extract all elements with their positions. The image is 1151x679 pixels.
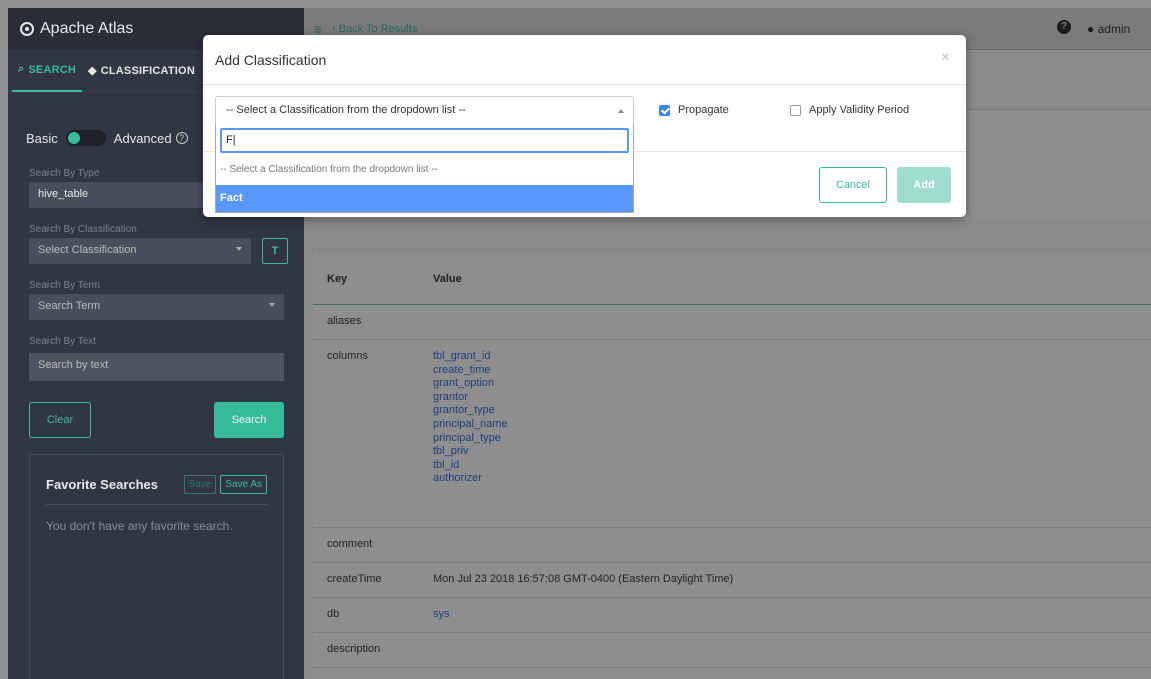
column-link[interactable]: tbl_id bbox=[433, 459, 1151, 473]
table-header: Key Value bbox=[313, 253, 1151, 305]
classification-dropdown-value: -- Select a Classification from the drop… bbox=[226, 104, 466, 116]
checkbox-unchecked-icon bbox=[790, 104, 801, 116]
type-select-value: hive_table bbox=[38, 188, 89, 200]
basic-label: Basic bbox=[26, 130, 58, 146]
tab-classification-label: CLASSIFICATION bbox=[100, 64, 195, 77]
filter-button[interactable]: T bbox=[262, 238, 288, 264]
column-link[interactable]: tbl_grant_id bbox=[433, 350, 1151, 364]
term-select-value: Search Term bbox=[38, 300, 101, 312]
app-title: Apache Atlas bbox=[40, 20, 134, 37]
row-value: Mon Jul 23 2018 16:57:08 GMT-0400 (Easte… bbox=[433, 573, 734, 585]
dropdown-option-fact[interactable]: Fact bbox=[216, 185, 633, 212]
validity-period-label: Apply Validity Period bbox=[809, 104, 910, 116]
column-link[interactable]: principal_type bbox=[433, 432, 1151, 446]
cancel-button[interactable]: Cancel bbox=[819, 167, 887, 203]
columns-links: tbl_grant_id create_time grant_option gr… bbox=[433, 350, 1151, 517]
column-link[interactable]: tbl_priv bbox=[433, 445, 1151, 459]
propagate-label: Propagate bbox=[678, 104, 729, 116]
table-row: db sys bbox=[313, 598, 1151, 633]
table-row: createTime Mon Jul 23 2018 16:57:08 GMT-… bbox=[313, 563, 1151, 598]
favorite-searches-title: Favorite Searches bbox=[46, 477, 159, 492]
favorite-searches-header: Favorite Searches Save Save As bbox=[46, 475, 267, 505]
column-link[interactable]: principal_name bbox=[433, 418, 1151, 432]
row-key: comment bbox=[327, 538, 373, 550]
row-key: createTime bbox=[327, 573, 382, 585]
table-row: aliases bbox=[313, 305, 1151, 340]
properties-table: Key Value aliases columns tbl_grant_id c… bbox=[313, 253, 1151, 679]
row-value bbox=[433, 538, 1151, 552]
validity-period-checkbox[interactable]: Apply Validity Period bbox=[790, 104, 909, 116]
search-button[interactable]: Search bbox=[214, 402, 284, 438]
close-icon[interactable]: × bbox=[941, 49, 950, 67]
help-icon[interactable]: ? bbox=[1057, 20, 1071, 34]
column-link[interactable]: grantor bbox=[433, 391, 1151, 405]
chevron-up-icon bbox=[618, 109, 624, 113]
atlas-logo-icon bbox=[20, 22, 34, 36]
tab-classification[interactable]: ◆ CLASSIFICATION bbox=[82, 50, 201, 92]
clear-button[interactable]: Clear bbox=[29, 402, 91, 438]
term-label: Search By Term bbox=[29, 280, 100, 291]
classification-select-value: Select Classification bbox=[38, 244, 137, 256]
text-label: Search By Text bbox=[29, 336, 97, 347]
classification-dropdown-menu: F| -- Select a Classification from the d… bbox=[215, 124, 634, 213]
dropdown-option[interactable]: -- Select a Classification from the drop… bbox=[216, 153, 633, 181]
db-link[interactable]: sys bbox=[433, 608, 1151, 622]
row-key: columns bbox=[327, 350, 368, 362]
favorite-searches-empty: You don't have any favorite search. bbox=[46, 519, 233, 533]
row-key: db bbox=[327, 608, 340, 620]
save-button[interactable]: Save bbox=[183, 475, 217, 494]
save-as-button[interactable]: Save As bbox=[220, 475, 267, 494]
row-value bbox=[433, 643, 1151, 657]
basic-advanced-switch[interactable] bbox=[65, 130, 106, 146]
tab-search-label: SEARCH bbox=[28, 63, 77, 76]
table-row: comment bbox=[313, 528, 1151, 563]
classification-dropdown[interactable]: -- Select a Classification from the drop… bbox=[215, 96, 634, 125]
text-search-placeholder: Search by text bbox=[38, 359, 109, 371]
back-label: Back To Results bbox=[338, 23, 418, 35]
propagate-checkbox[interactable]: Propagate bbox=[659, 104, 729, 116]
username: admin bbox=[1097, 22, 1131, 36]
classification-label: Search By Classification bbox=[29, 224, 137, 235]
row-value bbox=[433, 315, 1151, 329]
column-link[interactable]: create_time bbox=[433, 364, 1151, 378]
chevron-down-icon bbox=[236, 247, 242, 251]
dropdown-search-input[interactable]: F| bbox=[220, 128, 629, 153]
tab-search[interactable]: ⌕ SEARCH bbox=[12, 50, 83, 92]
checkbox-checked-icon bbox=[659, 104, 670, 116]
classification-select[interactable]: Select Classification bbox=[29, 238, 251, 264]
add-button[interactable]: Add bbox=[897, 167, 951, 203]
modal-title: Add Classification bbox=[215, 51, 327, 68]
search-icon: ⌕ bbox=[18, 63, 25, 75]
row-key: aliases bbox=[327, 315, 362, 327]
user-menu[interactable]: ● admin bbox=[1087, 22, 1130, 36]
term-select[interactable]: Search Term bbox=[29, 294, 284, 320]
advanced-label: Advanced bbox=[113, 130, 172, 146]
modal-header: Add Classification × bbox=[203, 35, 966, 85]
search-actions: Clear Search bbox=[29, 402, 284, 438]
column-link[interactable]: authorizer bbox=[433, 472, 1151, 486]
value-header: Value bbox=[433, 272, 462, 285]
key-header: Key bbox=[327, 272, 348, 285]
column-link[interactable]: grantor_type bbox=[433, 404, 1151, 418]
help-circle-icon[interactable]: ? bbox=[175, 132, 188, 144]
table-row: description bbox=[313, 633, 1151, 668]
table-row: columns tbl_grant_id create_time grant_o… bbox=[313, 340, 1151, 528]
tag-icon: ◆ bbox=[88, 65, 97, 77]
back-to-results-link[interactable]: ‹ Back To Results bbox=[332, 23, 417, 35]
column-link[interactable]: grant_option bbox=[433, 377, 1151, 391]
dropdown-search-value: F bbox=[226, 134, 233, 146]
text-search-input[interactable]: Search by text bbox=[29, 353, 284, 381]
filter-icon: T bbox=[271, 245, 279, 257]
user-icon: ● bbox=[1087, 22, 1095, 36]
row-key: description bbox=[327, 643, 381, 655]
chevron-down-icon bbox=[269, 303, 275, 307]
favorite-searches-panel: Favorite Searches Save Save As You don't… bbox=[29, 454, 284, 679]
